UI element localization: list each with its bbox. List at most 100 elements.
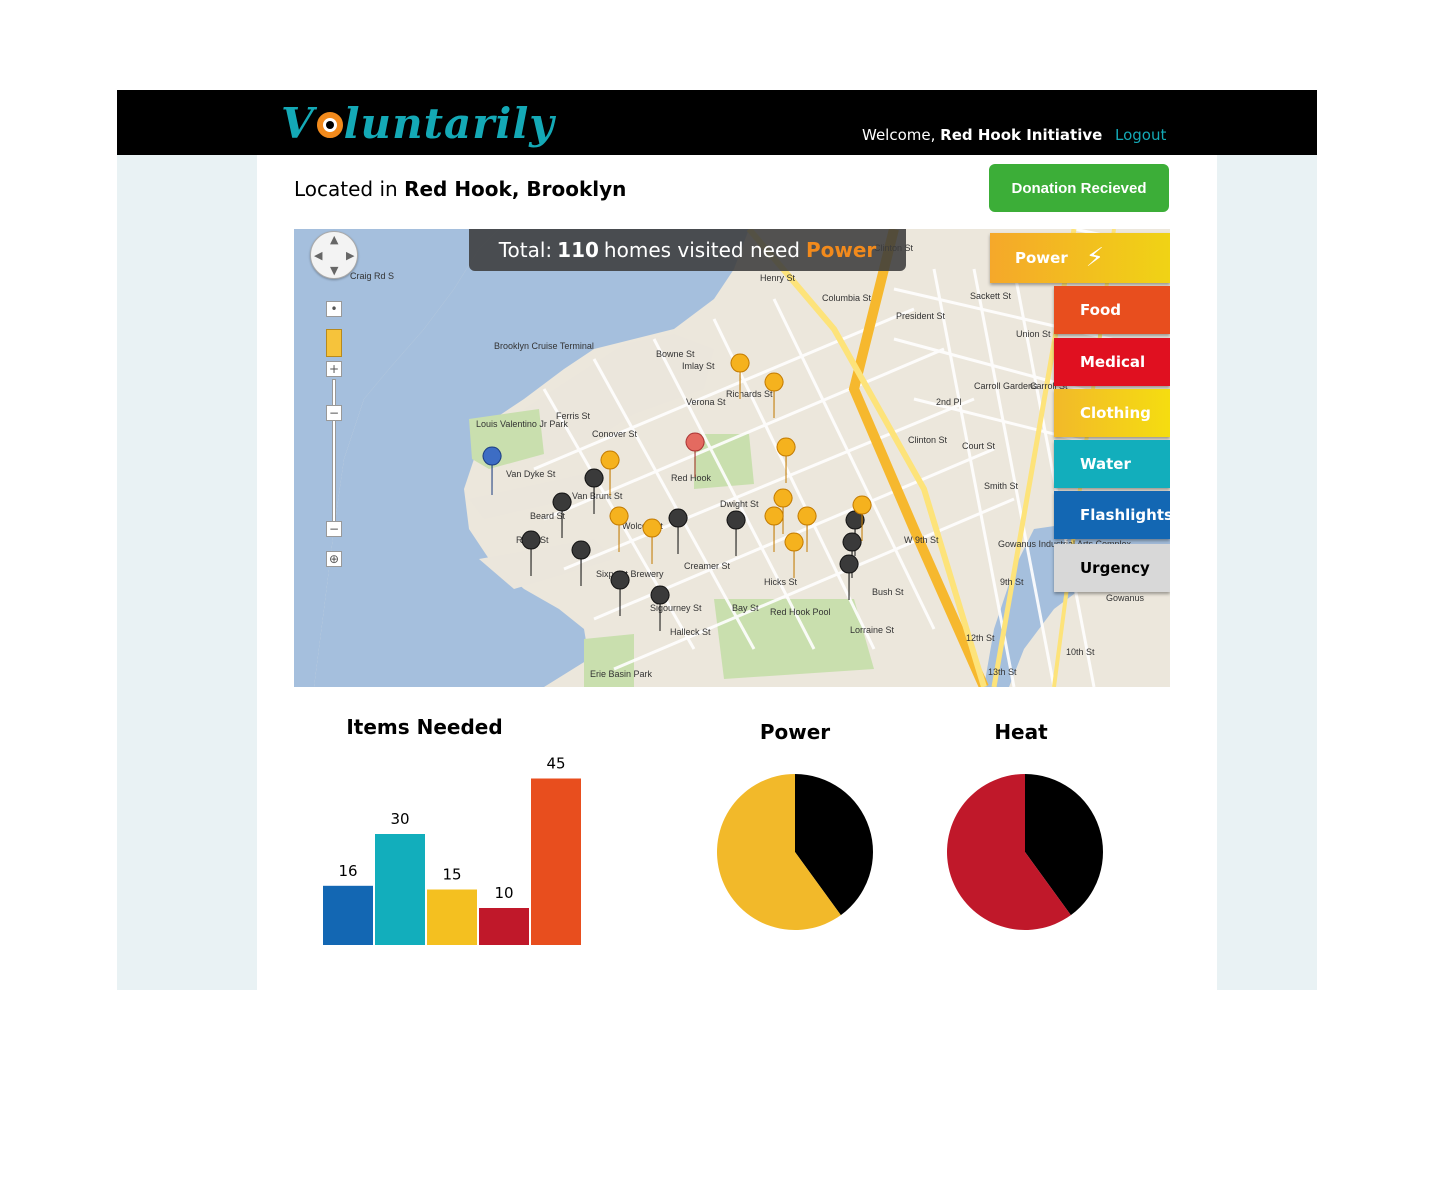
marker-power[interactable] bbox=[776, 437, 796, 484]
bar-value-label: 16 bbox=[338, 862, 357, 880]
map-label: Halleck St bbox=[670, 627, 711, 637]
map-label: Carroll Gardens bbox=[974, 381, 1038, 391]
park-4 bbox=[584, 634, 634, 687]
banner-prefix: Total: bbox=[498, 238, 553, 262]
map-label: 13th St bbox=[988, 667, 1017, 677]
category-medical-label: Medical bbox=[1080, 353, 1146, 371]
pegman-icon[interactable] bbox=[326, 329, 342, 357]
map-label: Red Hook bbox=[671, 473, 712, 483]
zoom-slider-handle[interactable]: − bbox=[326, 405, 342, 421]
map-label: Clinton St bbox=[908, 435, 948, 445]
user-name: Red Hook Initiative bbox=[940, 126, 1103, 144]
map-label: Verona St bbox=[686, 397, 726, 407]
map-canvas: Craig Rd S Brooklyn Cruise Terminal Loui… bbox=[294, 229, 1170, 687]
map-label: Dwight St bbox=[720, 499, 759, 509]
top-bar: Vluntarily Welcome, Red Hook Initiative … bbox=[117, 90, 1317, 155]
map[interactable]: Craig Rd S Brooklyn Cruise Terminal Loui… bbox=[294, 229, 1170, 687]
category-clothing-label: Clothing bbox=[1080, 404, 1151, 422]
map-label: Red Hook Pool bbox=[770, 607, 831, 617]
lightning-icon: ⚡︎ bbox=[1085, 243, 1104, 273]
category-water-label: Water bbox=[1080, 455, 1131, 473]
map-label: Erie Basin Park bbox=[590, 669, 653, 679]
bar-1 bbox=[375, 834, 425, 945]
category-urgency[interactable]: Urgency bbox=[1054, 544, 1170, 592]
map-label: Court St bbox=[962, 441, 996, 451]
life-ring-icon bbox=[316, 112, 343, 138]
map-label: Columbia St bbox=[822, 293, 872, 303]
marker-power[interactable] bbox=[784, 532, 804, 579]
category-food-label: Food bbox=[1080, 301, 1121, 319]
heat-pie-chart bbox=[947, 774, 1103, 930]
marker-current-location[interactable] bbox=[482, 446, 502, 496]
marker-power[interactable] bbox=[642, 518, 662, 565]
category-clothing[interactable]: Clothing bbox=[1054, 389, 1170, 437]
map-label: Bush St bbox=[872, 587, 904, 597]
location-heading: Located in Red Hook, Brooklyn bbox=[294, 177, 626, 201]
bar-3 bbox=[479, 908, 529, 945]
logo[interactable]: Vluntarily bbox=[281, 96, 555, 150]
welcome-prefix: Welcome, bbox=[862, 126, 936, 144]
map-label: Conover St bbox=[592, 429, 638, 439]
marker-black[interactable] bbox=[839, 554, 859, 601]
welcome-text: Welcome, Red Hook Initiative bbox=[862, 126, 1102, 144]
bar-0 bbox=[323, 885, 373, 945]
map-label: Gowanus bbox=[1106, 593, 1145, 603]
category-flashlights[interactable]: Flashlights bbox=[1054, 491, 1170, 539]
map-label: Lorraine St bbox=[850, 625, 895, 635]
banner-count: 110 bbox=[557, 238, 599, 262]
donation-received-button[interactable]: Donation Recieved bbox=[989, 164, 1169, 212]
bar-2 bbox=[427, 889, 477, 945]
map-pan-control[interactable]: ▲ ▼ ◀ ▶ bbox=[310, 231, 358, 279]
map-label: President St bbox=[896, 311, 946, 321]
map-label: Van Dyke St bbox=[506, 469, 556, 479]
bar-value-label: 15 bbox=[442, 866, 461, 884]
map-label: Ferris St bbox=[556, 411, 591, 421]
bar-4 bbox=[531, 778, 581, 945]
map-label: W 9th St bbox=[904, 535, 939, 545]
category-flashlights-label: Flashlights bbox=[1080, 506, 1170, 524]
zoom-in-button[interactable]: + bbox=[326, 361, 342, 377]
map-label: Hicks St bbox=[764, 577, 798, 587]
logo-letter-v: V bbox=[281, 98, 315, 148]
map-reset-button[interactable]: • bbox=[326, 301, 342, 317]
map-label: Sigourney St bbox=[650, 603, 702, 613]
marker-black[interactable] bbox=[726, 510, 746, 557]
banner-need: Power bbox=[805, 238, 877, 262]
marker-black[interactable] bbox=[668, 508, 688, 555]
category-water[interactable]: Water bbox=[1054, 440, 1170, 488]
total-banner: Total: 110 homes visited need Power bbox=[469, 229, 906, 271]
map-label: Beard St bbox=[530, 511, 566, 521]
zoom-out-button[interactable]: − bbox=[326, 521, 342, 537]
map-label: Brooklyn Cruise Terminal bbox=[494, 341, 594, 351]
bar-value-label: 45 bbox=[546, 755, 565, 773]
category-urgency-label: Urgency bbox=[1080, 559, 1150, 577]
location-place: Red Hook, Brooklyn bbox=[404, 177, 627, 201]
power-pie-chart bbox=[717, 774, 873, 930]
map-label: Bowne St bbox=[656, 349, 695, 359]
zoom-area-icon[interactable]: ⊕ bbox=[326, 551, 342, 567]
map-label: 10th St bbox=[1066, 647, 1095, 657]
main-content: Located in Red Hook, Brooklyn Donation R… bbox=[257, 155, 1217, 990]
category-medical[interactable]: Medical bbox=[1054, 338, 1170, 386]
heat-pie-title: Heat bbox=[994, 720, 1048, 744]
map-label: 2nd Pl bbox=[936, 397, 962, 407]
map-label: 9th St bbox=[1000, 577, 1024, 587]
map-label: Bay St bbox=[732, 603, 759, 613]
category-power[interactable]: Power ⚡︎ bbox=[990, 233, 1170, 283]
banner-middle: homes visited need bbox=[603, 238, 800, 262]
bar-value-label: 30 bbox=[390, 810, 409, 828]
map-label: Sixpoint Brewery bbox=[596, 569, 664, 579]
page-frame: Vluntarily Welcome, Red Hook Initiative … bbox=[117, 90, 1317, 990]
category-power-label: Power bbox=[1015, 249, 1068, 267]
bar-chart-title: Items Needed bbox=[346, 715, 503, 739]
location-prefix: Located in bbox=[294, 177, 398, 201]
bar-chart: 16 30 15 10 45 bbox=[323, 755, 581, 945]
map-label: 12th St bbox=[966, 633, 995, 643]
map-label: Henry St bbox=[760, 273, 796, 283]
map-label: Richards St bbox=[726, 389, 773, 399]
zoom-slider[interactable] bbox=[332, 379, 336, 529]
map-label: Smith St bbox=[984, 481, 1019, 491]
power-pie-title: Power bbox=[759, 720, 831, 744]
category-food[interactable]: Food bbox=[1054, 286, 1170, 334]
logout-link[interactable]: Logout bbox=[1115, 126, 1166, 144]
